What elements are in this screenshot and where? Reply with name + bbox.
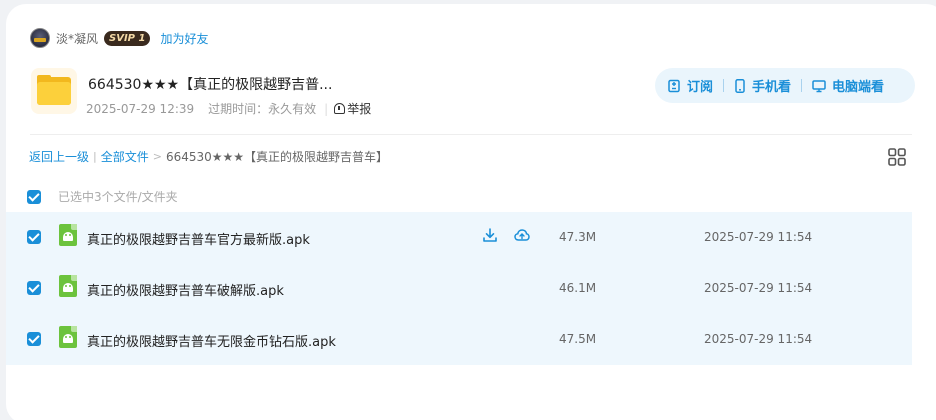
phone-icon — [735, 78, 745, 93]
android-apk-icon — [59, 224, 77, 246]
file-row[interactable]: 真正的极限越野吉普车无限金币钻石版.apk 47.5M 2025-07-29 1… — [6, 314, 912, 365]
breadcrumb-arrow: > — [152, 150, 162, 163]
file-date: 2025-07-29 11:54 — [704, 332, 813, 346]
breadcrumb-all-files-link[interactable]: 全部文件 — [101, 148, 149, 165]
alarm-icon — [334, 103, 346, 114]
share-date: 2025-07-29 12:39 — [86, 101, 195, 116]
username[interactable]: 淡*凝风 — [56, 30, 98, 47]
view-actions: 订阅 手机看 电脑端看 — [655, 68, 915, 103]
file-size: 47.5M — [559, 332, 597, 346]
report-label: 举报 — [347, 102, 372, 116]
selection-count: 已选中3个文件/文件夹 — [58, 190, 178, 204]
file-size: 47.3M — [559, 230, 597, 244]
subscribe-button[interactable]: 订阅 — [667, 76, 713, 95]
android-apk-icon — [59, 326, 77, 348]
subscribe-label: 订阅 — [687, 80, 714, 95]
action-divider — [801, 79, 803, 92]
save-to-cloud-icon[interactable] — [514, 227, 530, 243]
desktop-icon — [812, 79, 826, 92]
download-icon[interactable] — [482, 227, 498, 243]
file-row[interactable]: 真正的极限越野吉普车官方最新版.apk 47.3M 2025-07-29 11:… — [6, 212, 912, 263]
breadcrumb-separator: | — [93, 150, 97, 163]
add-friend-link[interactable]: 加为好友 — [160, 30, 208, 47]
file-name[interactable]: 真正的极限越野吉普车无限金币钻石版.apk — [87, 331, 336, 350]
android-apk-icon — [59, 275, 77, 297]
file-list: 真正的极限越野吉普车官方最新版.apk 47.3M 2025-07-29 11:… — [6, 212, 912, 365]
file-checkbox[interactable] — [27, 281, 41, 295]
share-meta: 2025-07-29 12:39 过期时间：永久有效 | 举报 — [86, 100, 371, 117]
view-on-phone-button[interactable]: 手机看 — [734, 76, 791, 95]
vip-badge: SVIP 1 — [104, 30, 151, 46]
select-all-checkbox[interactable] — [27, 189, 41, 204]
row-tools — [482, 227, 546, 243]
action-divider — [723, 79, 725, 92]
file-checkbox[interactable] — [27, 230, 41, 244]
file-date: 2025-07-29 11:54 — [704, 230, 813, 244]
folder-icon — [31, 68, 77, 114]
breadcrumb-back-link[interactable]: 返回上一级 — [29, 148, 89, 165]
meta-divider: | — [324, 101, 329, 116]
file-size: 46.1M — [559, 281, 597, 295]
file-row[interactable]: 真正的极限越野吉普车破解版.apk 46.1M 2025-07-29 11:54 — [6, 263, 912, 314]
file-checkbox[interactable] — [27, 332, 41, 346]
desktop-label: 电脑端看 — [832, 80, 885, 95]
file-name[interactable]: 真正的极限越野吉普车官方最新版.apk — [87, 229, 310, 248]
file-name[interactable]: 真正的极限越野吉普车破解版.apk — [87, 280, 284, 299]
report-button[interactable]: 举报 — [334, 100, 371, 117]
subscribe-icon — [668, 79, 680, 92]
header-divider — [30, 134, 912, 135]
file-date: 2025-07-29 11:54 — [704, 281, 813, 295]
breadcrumb-current: 664530★★★【真正的极限越野吉普车】 — [165, 150, 389, 164]
user-avatar[interactable] — [30, 28, 50, 48]
view-on-desktop-button[interactable]: 电脑端看 — [812, 76, 884, 95]
sharer-info: 淡*凝风 SVIP 1 加为好友 — [30, 27, 208, 49]
expire-info: 过期时间：永久有效 — [208, 102, 317, 116]
breadcrumb: 返回上一级 | 全部文件 > 664530★★★【真正的极限越野吉普车】 — [29, 148, 388, 165]
grid-view-icon[interactable] — [888, 148, 906, 166]
share-title: 664530★★★【真正的极限越野吉普... — [88, 77, 333, 93]
select-all-row: 已选中3个文件/文件夹 — [27, 188, 178, 205]
phone-label: 手机看 — [752, 80, 792, 95]
